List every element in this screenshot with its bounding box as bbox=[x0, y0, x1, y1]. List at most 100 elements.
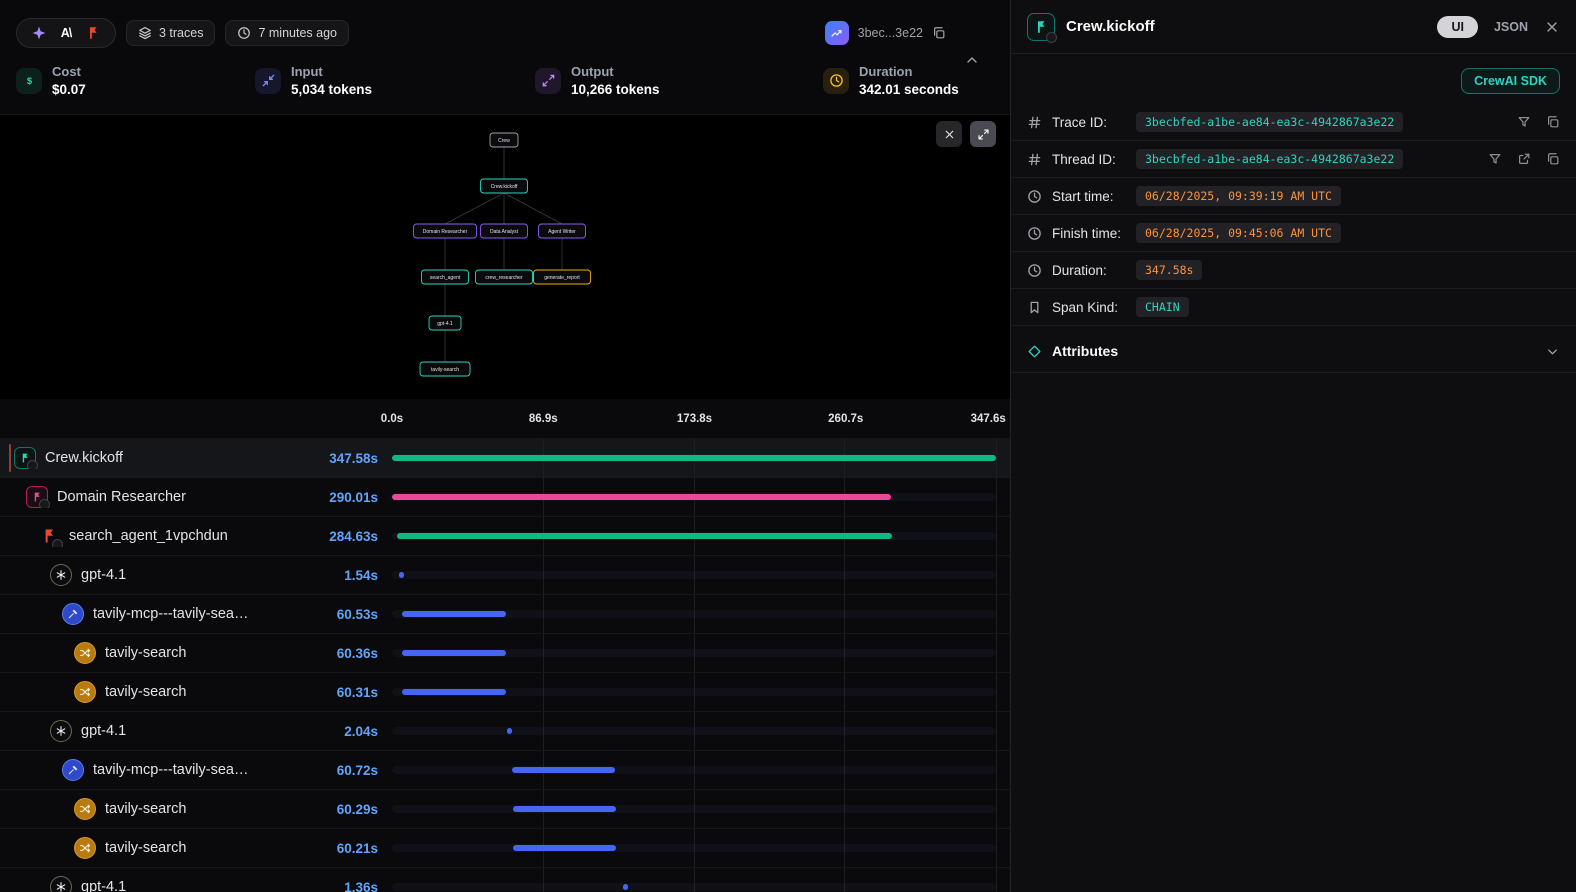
span-duration: 347.58s bbox=[300, 451, 378, 466]
timeline-row[interactable]: tavily-search60.29s bbox=[0, 790, 1010, 829]
span-label: tavily-search bbox=[105, 684, 186, 700]
field-value: 3becbfed-a1be-ae84-ea3c-4942867a3e22 bbox=[1136, 112, 1403, 132]
duration-bar bbox=[392, 455, 996, 461]
graph-node[interactable]: Crew bbox=[490, 133, 518, 147]
timeline-row[interactable]: tavily-mcp---tavily-sea…60.72s bbox=[0, 751, 1010, 790]
stat-input: Input 5,034 tokens bbox=[255, 64, 535, 97]
stat-output: Output10,266 tokens bbox=[535, 64, 823, 97]
timeline-row[interactable]: Crew.kickoff347.58s bbox=[0, 439, 1010, 478]
span-label: tavily-search bbox=[105, 801, 186, 817]
clock-icon bbox=[1027, 263, 1043, 278]
graph-node[interactable]: tavily-search bbox=[420, 362, 470, 376]
bar-track bbox=[392, 571, 996, 579]
graph-panel: Crew Crew.kickoff Domain Researcher Data An… bbox=[0, 114, 1010, 399]
graph-node[interactable]: Data Analyst bbox=[481, 224, 528, 238]
stat-label: Input bbox=[291, 64, 372, 79]
bar-track bbox=[392, 805, 996, 813]
graph-node[interactable]: gpt-4.1 bbox=[429, 316, 461, 330]
close-panel-icon[interactable] bbox=[1544, 19, 1560, 35]
timeline-row[interactable]: gpt-4.11.36s bbox=[0, 868, 1010, 892]
funnel-icon[interactable] bbox=[1488, 152, 1502, 166]
expand-graph-icon[interactable] bbox=[970, 121, 996, 147]
span-name: tavily-search bbox=[0, 798, 300, 820]
search-amber-icon bbox=[74, 798, 96, 820]
span-label: tavily-mcp---tavily-sea… bbox=[93, 606, 249, 622]
graph-node[interactable]: Domain Researcher bbox=[414, 224, 477, 238]
span-name: tavily-search bbox=[0, 837, 300, 859]
external-icon[interactable] bbox=[1517, 152, 1531, 166]
integration-logos: A\ bbox=[16, 18, 116, 48]
span-name: tavily-search bbox=[0, 642, 300, 664]
span-chart bbox=[392, 868, 997, 892]
duration-bar bbox=[402, 689, 505, 695]
stat-label: Duration bbox=[859, 64, 959, 79]
field-row: Finish time:06/28/2025, 09:45:06 AM UTC bbox=[1011, 215, 1576, 252]
span-label: tavily-mcp---tavily-sea… bbox=[93, 762, 249, 778]
stat-text: Cost$0.07 bbox=[52, 64, 86, 97]
openai-icon bbox=[50, 720, 72, 742]
graph-node[interactable]: crew_researcher bbox=[476, 270, 533, 284]
bar-track bbox=[392, 727, 996, 735]
attributes-section[interactable]: Attributes bbox=[1011, 330, 1576, 373]
stat-text: Duration 342.01 seconds bbox=[859, 64, 959, 97]
hash-icon bbox=[1027, 152, 1043, 167]
graph-node[interactable]: Agent Writer bbox=[539, 224, 586, 238]
span-duration: 60.53s bbox=[300, 607, 378, 622]
funnel-icon[interactable] bbox=[1517, 115, 1531, 129]
stat-value: 342.01 seconds bbox=[859, 82, 959, 97]
trace-id-chip: 3bec...3e22 bbox=[825, 21, 946, 45]
copy-icon[interactable] bbox=[1546, 115, 1560, 129]
span-label: gpt-4.1 bbox=[81, 567, 126, 583]
trace-id-short: 3bec...3e22 bbox=[858, 26, 923, 40]
stat-label: Output bbox=[571, 64, 660, 79]
span-duration: 1.54s bbox=[300, 568, 378, 583]
timeline: 0.0s86.9s173.8s260.7s347.6s Crew.kickoff… bbox=[0, 399, 1010, 892]
span-name: tavily-mcp---tavily-sea… bbox=[0, 759, 300, 781]
duration-bar bbox=[399, 572, 404, 578]
search-amber-icon bbox=[74, 642, 96, 664]
crew-teal-icon bbox=[14, 447, 36, 469]
axis-tick: 86.9s bbox=[529, 413, 558, 425]
span-duration: 60.31s bbox=[300, 685, 378, 700]
graph-node[interactable]: Crew.kickoff bbox=[481, 179, 528, 193]
traces-count-label: 3 traces bbox=[159, 26, 203, 40]
axis-tick: 173.8s bbox=[677, 413, 712, 425]
timeline-row[interactable]: tavily-search60.36s bbox=[0, 634, 1010, 673]
duration-bar bbox=[512, 767, 616, 773]
span-name: Crew.kickoff bbox=[0, 447, 300, 469]
graph-node[interactable]: generate_report bbox=[534, 270, 591, 284]
field-row: Duration:347.58s bbox=[1011, 252, 1576, 289]
field-row: Trace ID:3becbfed-a1be-ae84-ea3c-4942867… bbox=[1011, 104, 1576, 141]
timeline-row[interactable]: tavily-mcp---tavily-sea… 60.53s bbox=[0, 595, 1010, 634]
span-chart bbox=[392, 790, 997, 828]
svg-text:$: $ bbox=[26, 76, 32, 86]
trace-header: A\ 3 traces 7 minutes ago 3bec...3e22 bbox=[0, 0, 1010, 114]
sdk-row: CrewAI SDK bbox=[1011, 54, 1576, 104]
span-chart bbox=[392, 829, 997, 867]
tab-ui[interactable]: UI bbox=[1437, 16, 1478, 38]
tab-json[interactable]: JSON bbox=[1494, 20, 1528, 34]
timeline-row[interactable]: tavily-search 60.31s bbox=[0, 673, 1010, 712]
field-row: Thread ID:3becbfed-a1be-ae84-ea3c-494286… bbox=[1011, 141, 1576, 178]
timeline-row[interactable]: search_agent_1vpchdun284.63s bbox=[0, 517, 1010, 556]
graph-edge bbox=[445, 193, 504, 224]
copy-icon[interactable] bbox=[932, 26, 946, 40]
chevron-up-icon[interactable] bbox=[964, 52, 980, 68]
timeline-row[interactable]: gpt-4.12.04s bbox=[0, 712, 1010, 751]
timeline-row[interactable]: gpt-4.1 1.54s bbox=[0, 556, 1010, 595]
graph-node[interactable]: search_agent bbox=[422, 270, 469, 284]
close-graph-icon[interactable] bbox=[936, 121, 962, 147]
timeline-row[interactable]: Domain Researcher290.01s bbox=[0, 478, 1010, 517]
span-name: tavily-mcp---tavily-sea… bbox=[0, 603, 300, 625]
timeline-row[interactable]: tavily-search60.21s bbox=[0, 829, 1010, 868]
svg-text:generate_report: generate_report bbox=[544, 275, 580, 281]
span-name: search_agent_1vpchdun bbox=[0, 525, 300, 547]
span-duration: 60.21s bbox=[300, 841, 378, 856]
stat-value: 5,034 tokens bbox=[291, 82, 372, 97]
duration-bar bbox=[402, 650, 505, 656]
copy-icon[interactable] bbox=[1546, 152, 1560, 166]
traces-count-badge[interactable]: 3 traces bbox=[126, 20, 215, 46]
duration-bar bbox=[402, 611, 506, 617]
timeline-axis: 0.0s86.9s173.8s260.7s347.6s bbox=[0, 399, 1010, 439]
span-duration: 2.04s bbox=[300, 724, 378, 739]
